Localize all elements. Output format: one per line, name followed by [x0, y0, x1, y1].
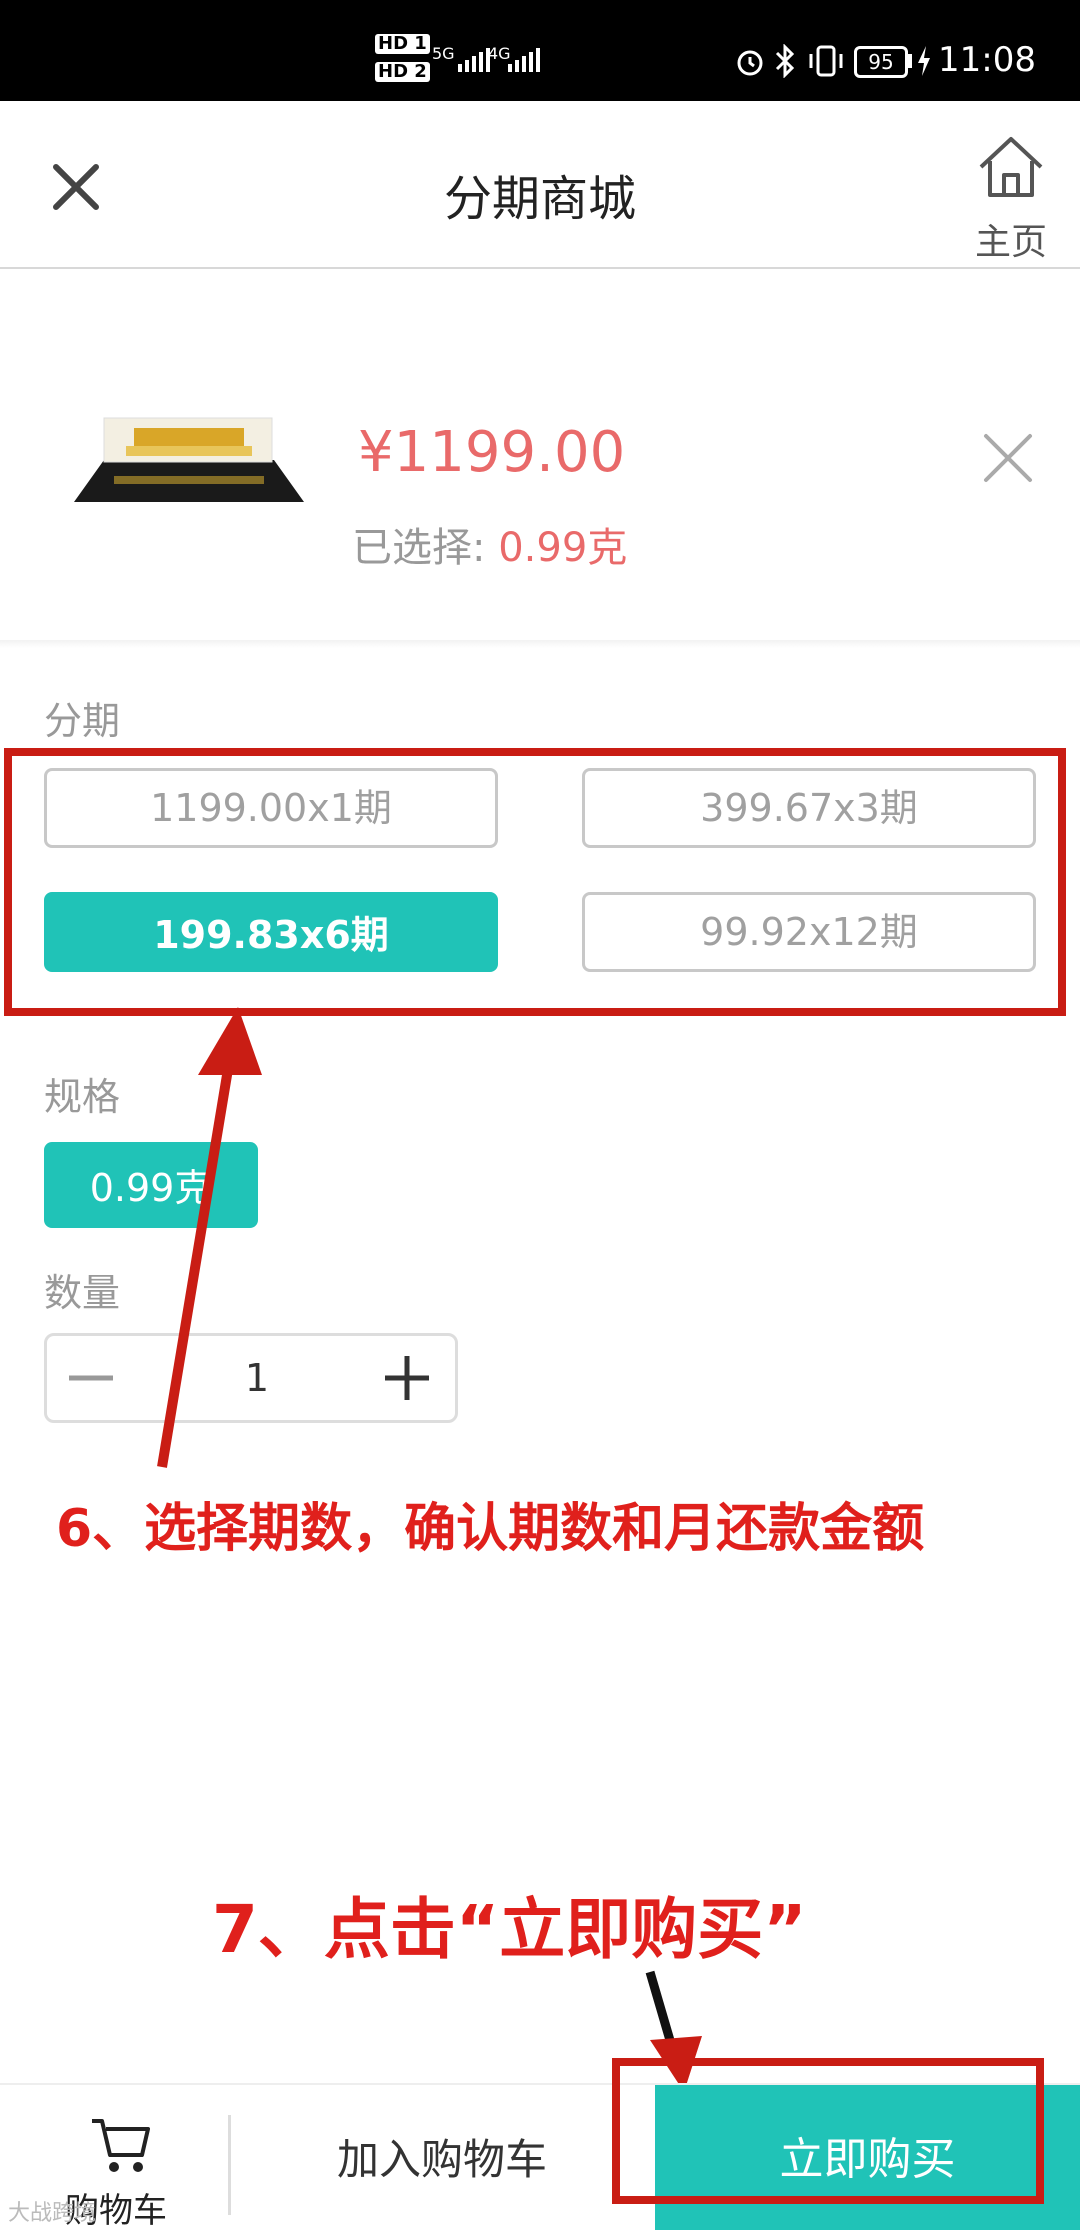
plus-icon[interactable]	[379, 1352, 435, 1404]
installment-highlight-box	[4, 748, 1066, 1016]
page-title: 分期商城	[443, 171, 636, 227]
vibrate-icon	[809, 45, 843, 77]
bottom-bar-divider	[228, 2115, 231, 2215]
close-panel-icon[interactable]	[978, 428, 1038, 488]
signal-5g-icon	[458, 48, 490, 72]
home-label: 主页	[974, 222, 1047, 263]
installment-label: 分期	[44, 699, 121, 743]
step7-annotation: 7、点击“立即购买”	[212, 1891, 807, 1968]
sim1-indicator: HD 1	[375, 34, 430, 54]
step6-annotation: 6、选择期数，确认期数和月还款金额	[56, 1499, 925, 1559]
selected-label: 已选择:	[352, 525, 499, 571]
battery-icon: 95	[854, 46, 908, 78]
app-header: 分期商城 主页	[0, 101, 1080, 269]
status-bar: HD 1 HD 2 5G 4G 95 11:08	[0, 0, 1080, 101]
battery-tip	[907, 54, 912, 68]
clock: 11:08	[938, 40, 1036, 80]
watermark: 大战跨境	[8, 2201, 97, 2226]
charging-icon	[918, 46, 930, 76]
cart-icon	[92, 2119, 150, 2172]
arrow-up-icon	[157, 1007, 262, 1468]
sim2-indicator: HD 2	[375, 62, 430, 82]
product-price: ¥1199.00	[358, 420, 626, 485]
product-image	[74, 417, 304, 502]
buy-now-highlight-box	[612, 2058, 1044, 2204]
divider	[0, 640, 1080, 648]
alarm-icon	[737, 50, 763, 76]
selected-spec: 已选择: 0.99克	[352, 515, 627, 573]
spec-label: 规格	[44, 1075, 121, 1119]
signal-4g-icon	[508, 48, 540, 72]
quantity-label: 数量	[44, 1271, 121, 1315]
add-to-cart-button[interactable]: 加入购物车	[232, 2085, 652, 2230]
home-icon	[979, 137, 1043, 197]
network-5g-label: 5G	[432, 44, 455, 63]
bluetooth-icon	[775, 44, 795, 78]
home-button[interactable]: 主页	[966, 127, 1056, 263]
selected-value: 0.99克	[498, 525, 628, 571]
minus-icon[interactable]	[61, 1356, 121, 1400]
